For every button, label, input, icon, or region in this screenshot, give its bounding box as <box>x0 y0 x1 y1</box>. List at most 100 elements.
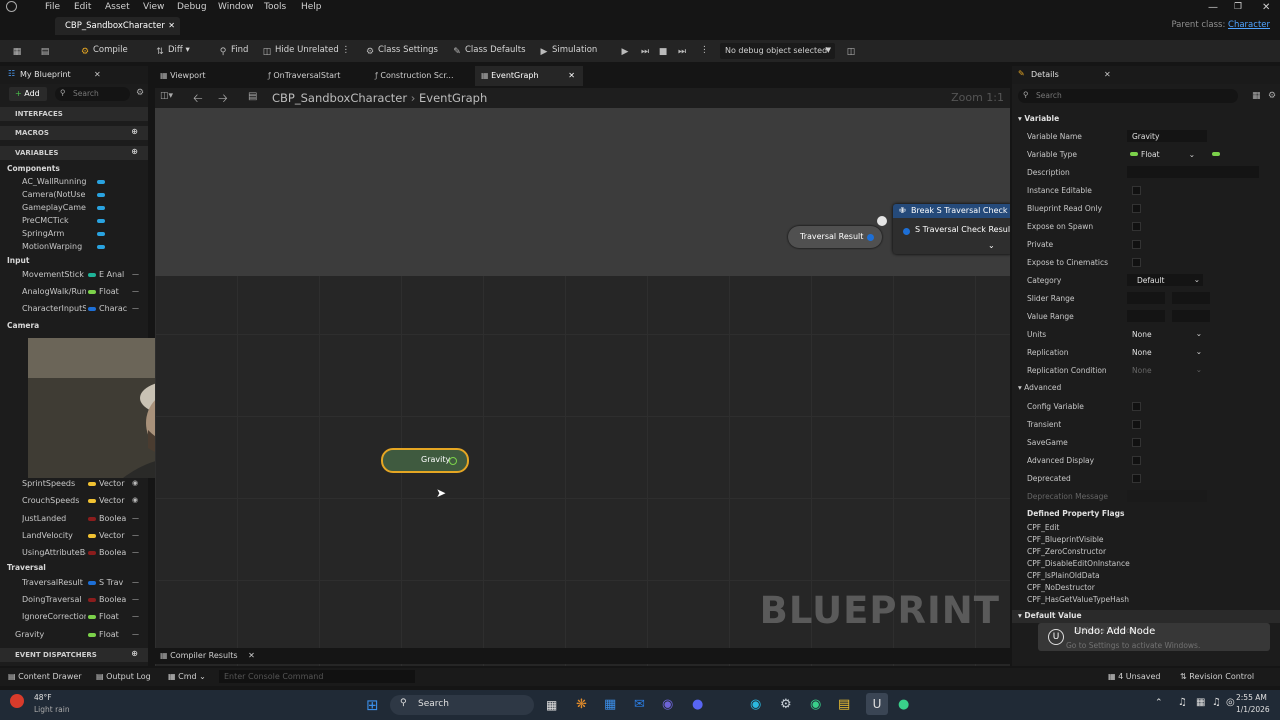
add-macro-icon[interactable]: ⊕ <box>131 127 138 136</box>
output-pin[interactable] <box>867 234 874 241</box>
gravity-getter-node[interactable]: Gravity <box>381 448 469 473</box>
value-range-max[interactable] <box>1172 310 1210 322</box>
volume-icon[interactable]: ♫ <box>1212 697 1221 708</box>
variable-row[interactable]: SprintSpeeds Vector ◉ <box>22 478 146 492</box>
category-dropdown[interactable]: Default ⌄ <box>1127 274 1203 286</box>
menu-edit[interactable]: Edit <box>74 2 91 12</box>
variables-header[interactable]: VARIABLES ⊕ <box>0 146 148 160</box>
settings-gear-icon[interactable]: ⚙ <box>136 88 144 98</box>
replication-dropdown[interactable]: None ⌄ <box>1127 346 1205 358</box>
teams-icon[interactable]: ◉ <box>662 697 673 712</box>
network-icon[interactable]: ◎ <box>1226 697 1235 708</box>
my-blueprint-tab[interactable]: ☷ My Blueprint ✕ <box>0 66 148 84</box>
cmd-dropdown[interactable]: ▦ Cmd ⌄ <box>168 672 206 681</box>
traversal-result-node[interactable]: Traversal Result <box>788 226 882 248</box>
find-button[interactable]: ⚲ Find <box>218 45 249 58</box>
menu-tools[interactable]: Tools <box>264 2 286 12</box>
edge-icon[interactable]: ◉ <box>750 697 761 712</box>
simulation-button[interactable]: ▶ Simulation <box>539 45 598 58</box>
settings-gear-icon[interactable]: ⚙ <box>1268 91 1276 101</box>
tray-chevron-icon[interactable]: ⌃ <box>1155 698 1163 708</box>
steam-icon[interactable]: ⚙ <box>780 697 792 712</box>
variable-row[interactable]: JustLanded Boolea — <box>22 513 146 527</box>
close-window-icon[interactable]: ✕ <box>1262 2 1270 13</box>
private-checkbox[interactable] <box>1132 240 1141 249</box>
slider-range-max[interactable] <box>1172 292 1210 304</box>
deprecated-checkbox[interactable] <box>1132 474 1141 483</box>
variable-row[interactable]: LandVelocity Vector — <box>22 530 146 544</box>
function-list-icon[interactable]: ◫▾ <box>160 91 173 101</box>
savegame-checkbox[interactable] <box>1132 438 1141 447</box>
comment-box[interactable] <box>155 108 1010 276</box>
menu-view[interactable]: View <box>143 2 164 12</box>
copilot-icon[interactable]: ❋ <box>576 697 587 712</box>
app-icon[interactable]: ◉ <box>810 697 821 712</box>
variable-type-dropdown[interactable]: Float ⌄ <box>1127 148 1197 160</box>
visibility-icon[interactable]: — <box>132 595 139 603</box>
visibility-icon[interactable]: — <box>132 514 139 522</box>
maximize-icon[interactable]: ❐ <box>1234 2 1242 12</box>
break-struct-node[interactable]: ✙ Break S Traversal Check S Traversal Che… <box>893 204 1010 254</box>
category-camera[interactable]: Camera <box>7 321 39 330</box>
clock-time[interactable]: 2:55 AM <box>1236 693 1267 702</box>
close-tab-icon[interactable]: ✕ <box>248 651 255 660</box>
graph-home-icon[interactable]: ▤ <box>248 91 257 102</box>
transient-checkbox[interactable] <box>1132 420 1141 429</box>
eject-icon[interactable]: ⏭ <box>677 45 690 58</box>
console-input[interactable]: Enter Console Command <box>219 670 415 683</box>
units-dropdown[interactable]: None ⌄ <box>1127 328 1205 340</box>
visibility-icon[interactable]: — <box>132 612 139 620</box>
visibility-icon[interactable]: — <box>132 531 139 539</box>
variable-row[interactable]: CrouchSpeeds Vector ◉ <box>22 495 146 509</box>
variable-row[interactable]: PreCMCTick <box>22 215 146 229</box>
step-icon[interactable]: ⏭ <box>640 45 653 58</box>
replication-condition-dropdown[interactable]: None ⌄ <box>1127 364 1205 376</box>
microphone-icon[interactable]: ♫ <box>1178 697 1187 708</box>
breadcrumb-root[interactable]: CBP_SandboxCharacter <box>272 91 407 105</box>
details-search-input[interactable]: ⚲ Search <box>1018 89 1238 103</box>
save-icon[interactable]: ▦ <box>12 45 25 58</box>
variable-row[interactable]: CharacterInputState Charac — <box>22 303 146 317</box>
parent-class-link[interactable]: Character <box>1228 20 1270 30</box>
visibility-icon[interactable]: — <box>132 304 139 312</box>
expand-chevron-icon[interactable]: ⌄ <box>988 241 995 250</box>
options-icon[interactable]: ⋮ <box>700 45 709 58</box>
description-input[interactable] <box>1127 166 1259 178</box>
add-variable-icon[interactable]: ⊕ <box>131 147 138 156</box>
macros-header[interactable]: MACROS ⊕ <box>0 126 148 140</box>
weather-icon[interactable] <box>10 694 24 708</box>
variable-row[interactable]: IgnoreCorrection Float — <box>22 611 146 625</box>
section-variable[interactable]: ▾ Variable <box>1018 114 1059 123</box>
variable-row[interactable]: MovementStick E Anal — <box>22 269 146 283</box>
visibility-icon[interactable]: — <box>132 578 139 586</box>
variable-row[interactable]: AnalogWalk/Run Float — <box>22 286 146 300</box>
search-input[interactable]: ⚲ Search <box>55 87 130 101</box>
expose-cinematics-checkbox[interactable] <box>1132 258 1141 267</box>
category-traversal[interactable]: Traversal <box>7 563 46 572</box>
menu-window[interactable]: Window <box>218 2 254 12</box>
variable-row[interactable]: TraversalResult S Trav — <box>22 577 146 591</box>
eye-icon[interactable]: ◉ <box>132 496 138 504</box>
output-pin[interactable] <box>449 457 457 465</box>
menu-asset[interactable]: Asset <box>105 2 130 12</box>
menu-help[interactable]: Help <box>301 2 322 12</box>
event-dispatchers-header[interactable]: EVENT DISPATCHERS ⊕ <box>0 648 148 662</box>
menu-file[interactable]: File <box>45 2 60 12</box>
discord-icon[interactable]: ● <box>692 697 703 712</box>
section-default-value[interactable]: ▾ Default Value <box>1012 610 1280 623</box>
visibility-icon[interactable]: — <box>132 287 139 295</box>
value-range-min[interactable] <box>1127 310 1165 322</box>
close-icon[interactable]: ✕ <box>94 70 101 79</box>
add-dispatcher-icon[interactable]: ⊕ <box>131 649 138 658</box>
unsaved-button[interactable]: ▦ 4 Unsaved <box>1108 672 1160 681</box>
visibility-icon[interactable]: — <box>132 548 139 556</box>
variable-row[interactable]: AC_WallRunning <box>22 176 146 190</box>
variable-name-input[interactable]: Gravity <box>1127 130 1207 142</box>
category-components[interactable]: Components <box>7 164 60 173</box>
variable-row[interactable]: UsingAttributeBased Boolea — <box>22 547 146 561</box>
unreal-logo-icon[interactable] <box>6 1 17 12</box>
add-button[interactable]: + Add <box>9 87 47 101</box>
back-arrow-icon[interactable]: 🡠 <box>193 89 203 110</box>
eye-icon[interactable]: ◉ <box>132 479 138 487</box>
variable-row[interactable]: GameplayCamera <box>22 202 146 216</box>
